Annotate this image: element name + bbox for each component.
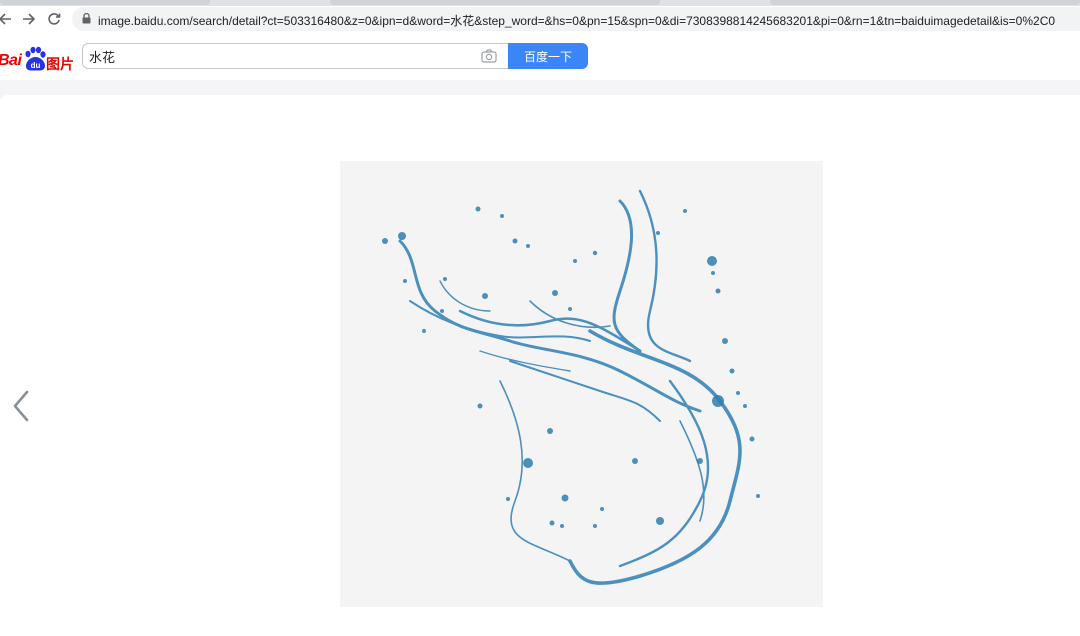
back-button[interactable] (0, 8, 16, 30)
main-image[interactable] (340, 161, 823, 607)
search-box (82, 43, 508, 69)
camera-icon[interactable] (481, 49, 497, 63)
baidu-images-logo[interactable]: Bai du 图片 (0, 41, 78, 72)
address-bar[interactable]: image.baidu.com/search/detail?ct=5033164… (72, 7, 1080, 31)
paw-icon: du (25, 46, 46, 71)
water-splash-image (382, 189, 760, 585)
logo-text-du: du (31, 61, 41, 70)
browser-tab[interactable] (0, 0, 210, 5)
forward-button[interactable] (18, 8, 40, 30)
search-input[interactable] (89, 47, 469, 65)
chevron-left-icon[interactable] (8, 388, 34, 424)
logo-text-bai: Bai (0, 52, 22, 69)
reload-button[interactable] (43, 8, 65, 30)
arrow-right-icon (23, 13, 36, 25)
arrow-left-icon (0, 13, 11, 25)
browser-toolbar: image.baidu.com/search/detail?ct=5033164… (0, 6, 1080, 32)
browser-tab[interactable] (330, 0, 660, 5)
search-button[interactable]: 百度一下 (508, 43, 588, 69)
search-header: Bai du 图片 百度一下 (0, 32, 1080, 80)
reload-icon (48, 13, 61, 25)
browser-tab[interactable] (770, 0, 1080, 5)
lock-icon (82, 13, 91, 24)
url-text: image.baidu.com/search/detail?ct=5033164… (98, 14, 1056, 28)
logo-text-tu: 图片 (46, 56, 74, 72)
